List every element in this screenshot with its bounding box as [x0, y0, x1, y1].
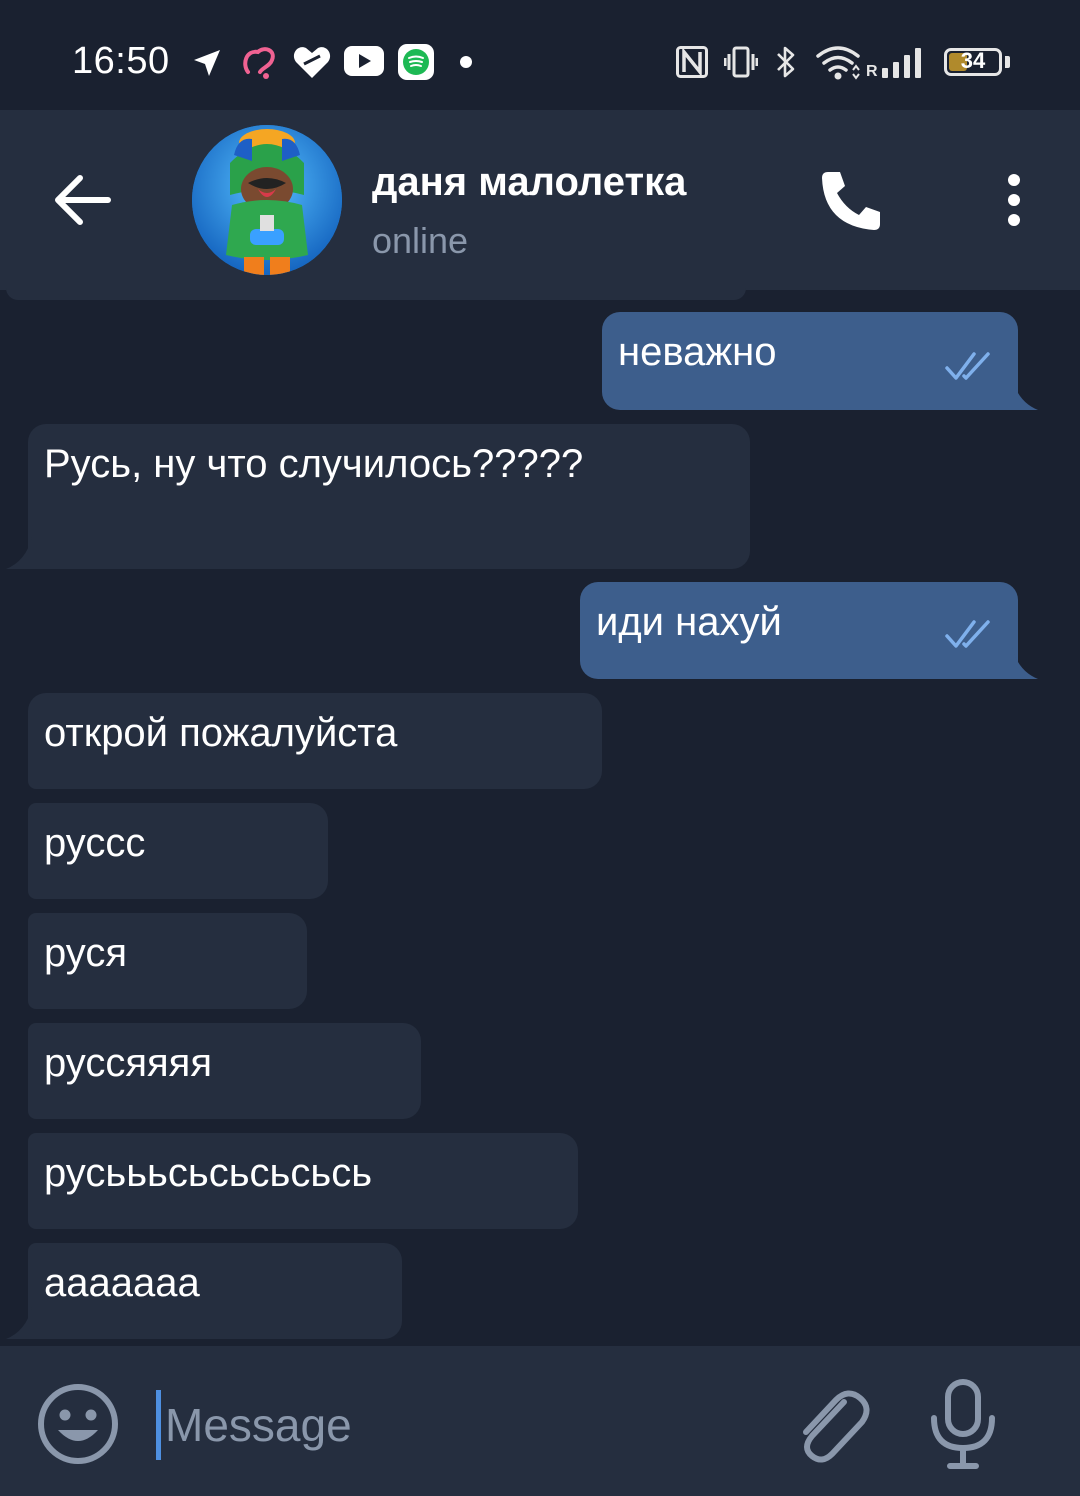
paperclip-icon[interactable] — [790, 1382, 870, 1466]
message-text: русcc — [44, 821, 146, 865]
signal-icon: R — [866, 48, 921, 78]
double-check-icon — [945, 620, 990, 648]
youtube-icon — [344, 46, 384, 76]
incoming-message[interactable]: ааааааа — [28, 1243, 402, 1339]
incoming-message[interactable]: русcc — [28, 803, 328, 899]
phone-icon[interactable] — [818, 168, 884, 234]
status-time: 16:50 — [72, 40, 170, 82]
smiley-icon[interactable] — [36, 1382, 120, 1466]
incoming-message[interactable]: Русь, ну что случилось????? — [28, 424, 750, 569]
battery-level: 34 — [960, 48, 986, 73]
wifi-icon — [816, 46, 860, 80]
app-notification-icon — [243, 47, 275, 79]
battery-nub — [1005, 56, 1010, 68]
incoming-message[interactable]: открой пожалуйста — [28, 693, 602, 789]
status-bar: 16:50 R 34 — [0, 0, 1080, 110]
message-text: Русь, ну что случилось????? — [44, 442, 584, 486]
message-text: руся — [44, 931, 128, 975]
previous-message-edge — [6, 288, 746, 300]
heart-app-icon — [293, 47, 331, 78]
vibrate-icon — [724, 46, 758, 78]
bubble-tail — [1012, 647, 1038, 679]
nfc-icon — [676, 46, 708, 78]
dot-icon — [460, 56, 472, 68]
double-check-icon — [945, 352, 990, 380]
message-text: неважно — [618, 330, 777, 374]
message-composer — [0, 1346, 1080, 1496]
avatar-character-image — [192, 125, 342, 275]
bubble-tail — [6, 537, 32, 569]
message-text: руссяяяя — [44, 1041, 212, 1085]
bluetooth-icon — [777, 46, 795, 78]
incoming-message[interactable]: руссяяяя — [28, 1023, 421, 1119]
incoming-message[interactable]: руся — [28, 913, 307, 1009]
more-vertical-icon[interactable] — [996, 172, 1032, 228]
contact-status: online — [372, 220, 469, 261]
back-arrow-icon[interactable] — [52, 172, 112, 228]
message-input[interactable] — [156, 1390, 765, 1460]
battery-icon: 34 — [944, 48, 1002, 76]
svg-text:R: R — [866, 63, 878, 78]
bubble-tail — [6, 1307, 32, 1339]
message-text: иди нахуй — [596, 600, 782, 644]
microphone-icon[interactable] — [928, 1378, 998, 1470]
message-text: русьььсьсьсьсьсь — [44, 1151, 373, 1195]
message-text: открой пожалуйста — [44, 711, 398, 755]
incoming-message[interactable]: русьььсьсьсьсьсь — [28, 1133, 578, 1229]
bubble-tail — [1012, 378, 1038, 410]
spotify-icon — [398, 44, 434, 80]
contact-name[interactable]: даня малолетка — [372, 160, 686, 205]
chat-header: даня малолетка online — [0, 110, 1080, 290]
location-arrow-icon — [194, 50, 220, 76]
message-text: ааааааа — [44, 1261, 200, 1305]
contact-avatar[interactable] — [192, 125, 342, 275]
